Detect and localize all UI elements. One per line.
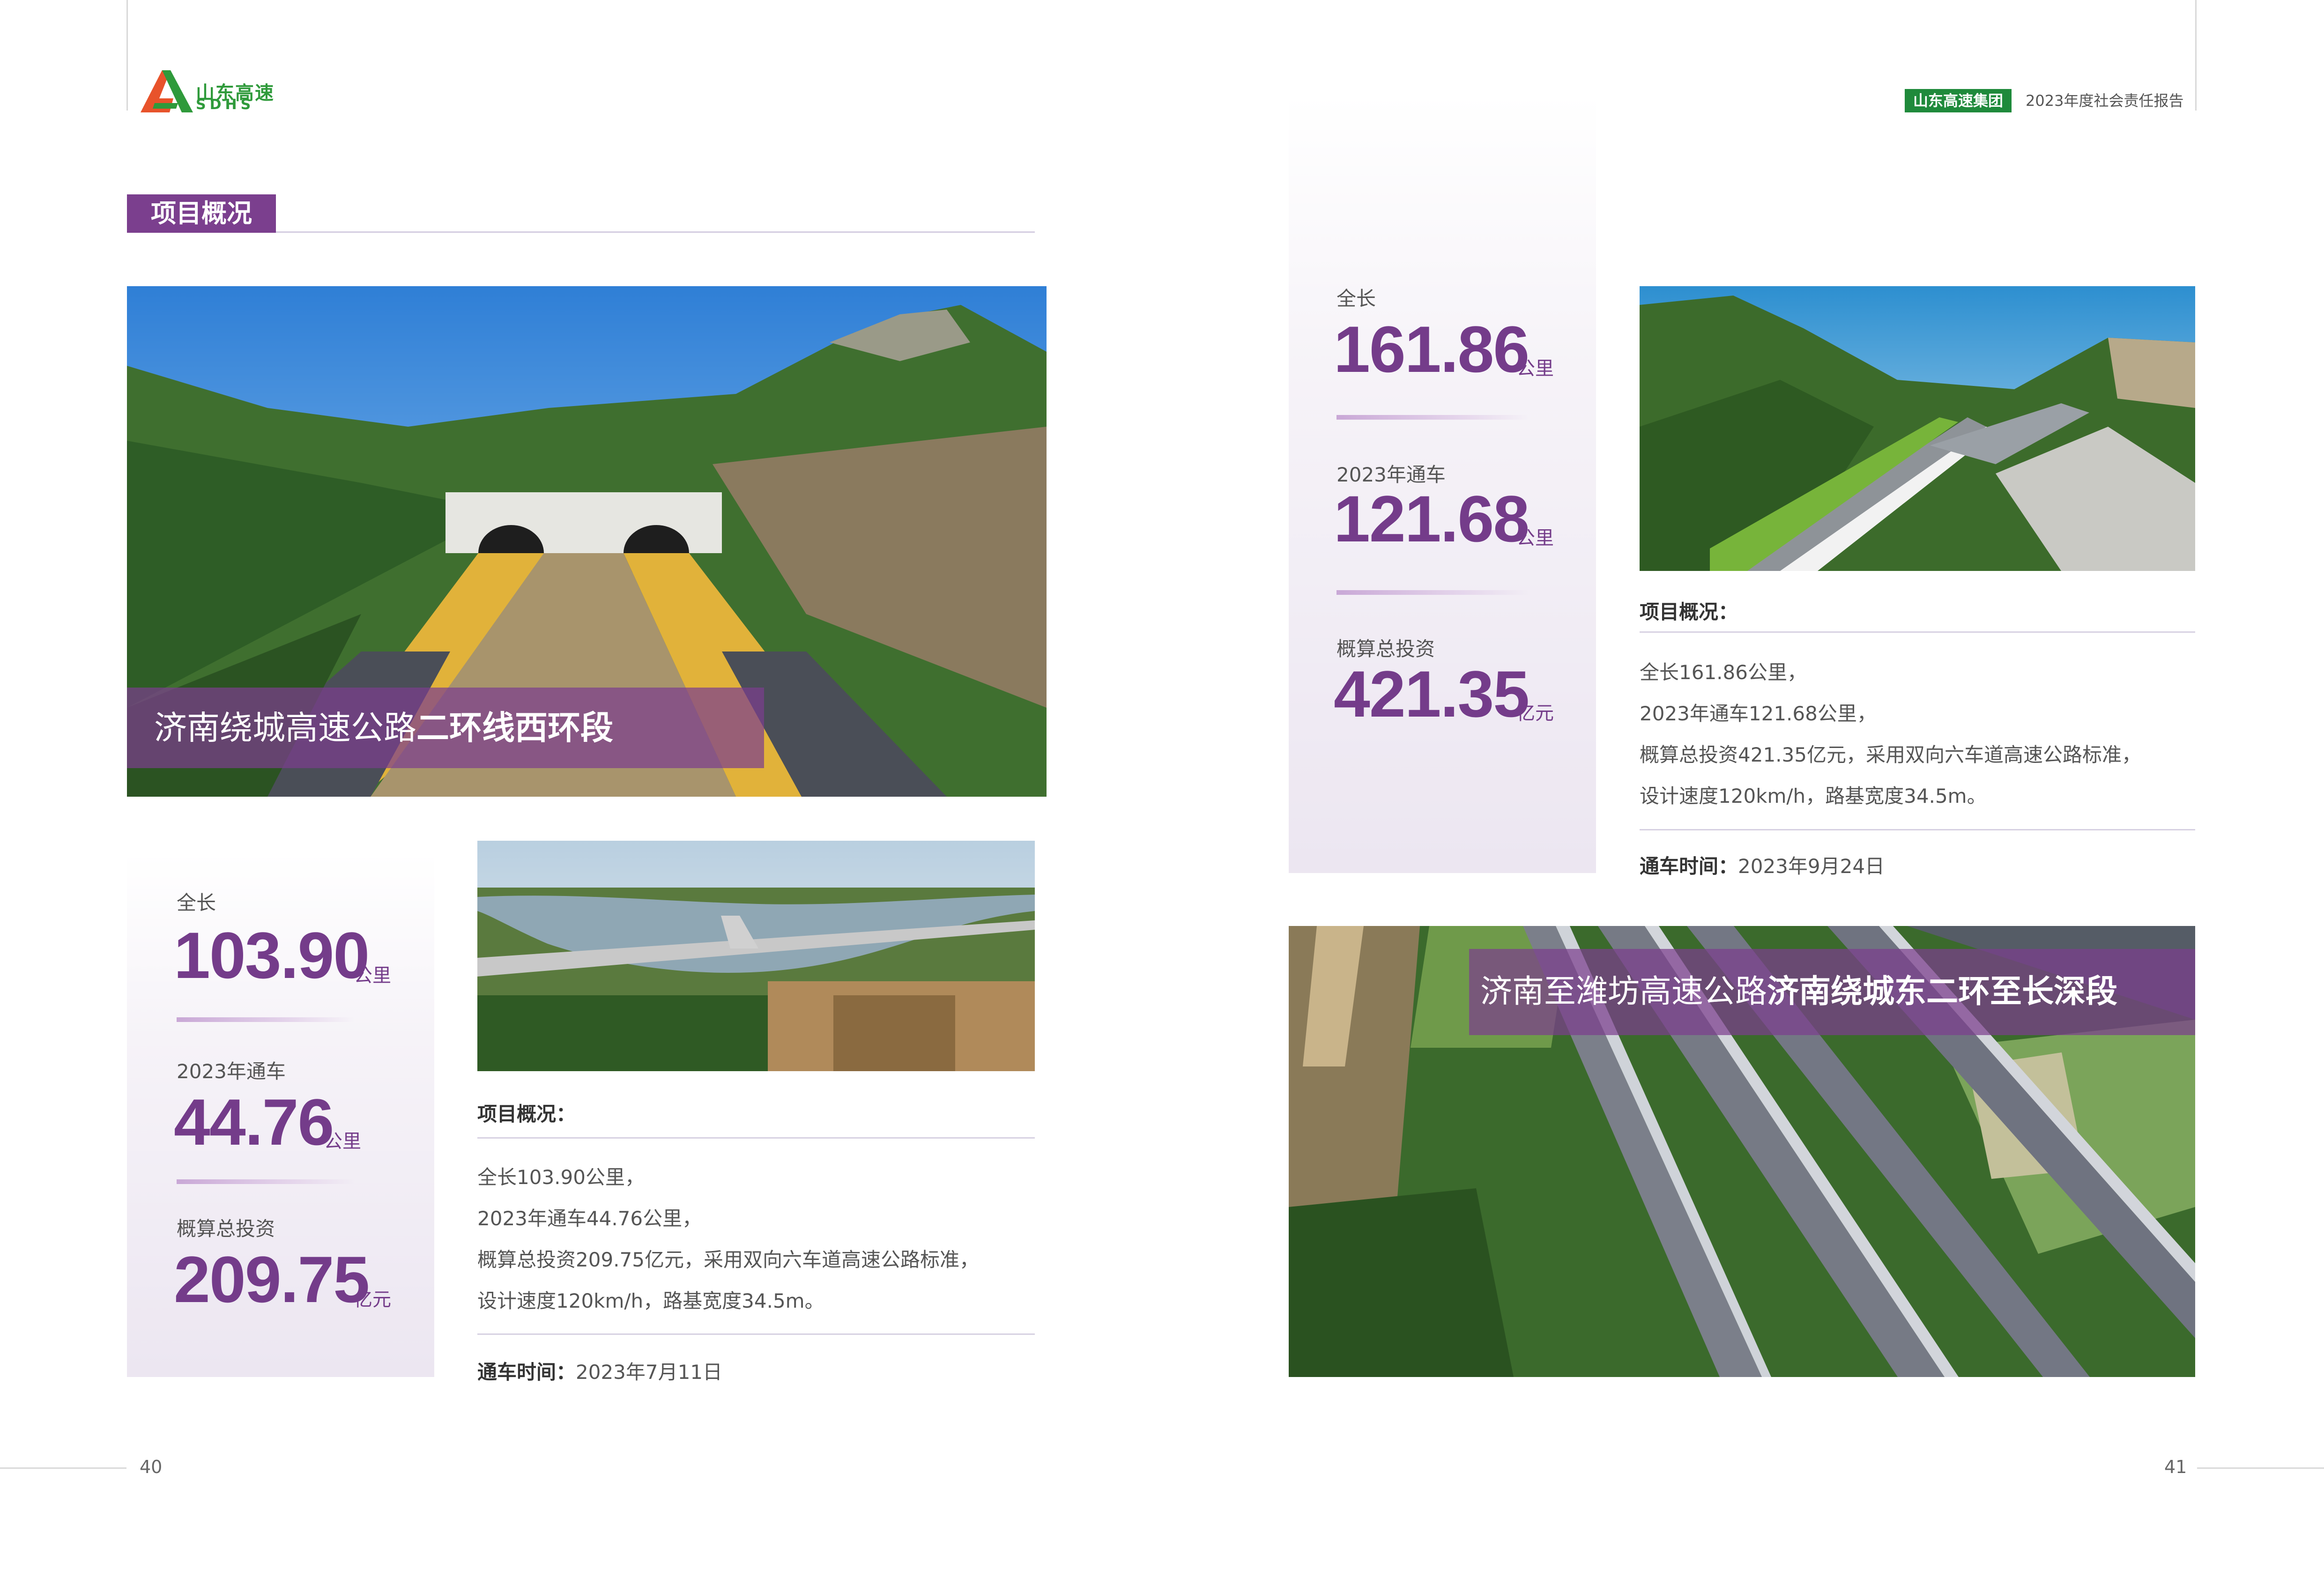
stat-divider (177, 1179, 355, 1184)
footer-rule-right (2197, 1467, 2324, 1469)
section-title: 项目概况 (127, 194, 276, 233)
banner-section-name: 二环线西环段 (416, 709, 613, 747)
stat-value-investment: 421.35 (1334, 657, 1530, 731)
river-bridge-photo (477, 841, 1035, 1071)
banner-road-name: 济南至潍坊高速公路 (1480, 973, 1767, 1010)
stat-unit-length: 公里 (354, 965, 391, 986)
overview-heading: 项目概况： (1640, 600, 1738, 623)
stat-label-opened: 2023年通车 (177, 1060, 286, 1083)
overview-line: 2023年通车44.76公里， (477, 1207, 702, 1230)
banner-road-name: 济南绕城高速公路 (154, 709, 416, 747)
overview-line: 概算总投资209.75亿元，采用双向六车道高速公路标准， (477, 1248, 979, 1271)
stat-unit-investment: 亿元 (354, 1289, 391, 1310)
project-east-banner: 济南至潍坊高速公路济南绕城东二环至长深段 (1469, 949, 2195, 1035)
stat-divider (1336, 590, 1529, 595)
overview-line: 全长161.86公里， (1640, 661, 1807, 684)
stat-label-length: 全长 (1336, 287, 1376, 310)
company-logo-icon (141, 70, 193, 112)
page-number-right: 41 (2164, 1457, 2187, 1477)
stat-unit-investment: 亿元 (1516, 703, 1554, 724)
open-date: 2023年7月11日 (576, 1361, 723, 1384)
overview-line: 概算总投资421.35亿元，采用双向六车道高速公路标准， (1640, 743, 2141, 766)
stat-value-length: 161.86 (1334, 312, 1530, 386)
overview-heading: 项目概况： (477, 1103, 576, 1125)
footer-rule-left (0, 1467, 126, 1469)
open-date-label: 通车时间： (1640, 855, 1738, 878)
stat-value-investment: 209.75 (174, 1243, 370, 1316)
overview-rule (1640, 829, 2195, 830)
section-rule (276, 231, 1035, 233)
stat-unit-length: 公里 (1516, 358, 1554, 379)
page-number-left: 40 (140, 1457, 163, 1477)
mountain-expressway-photo (1640, 286, 2195, 571)
stat-value-opened: 121.68 (1334, 482, 1530, 555)
group-badge: 山东高速集团 (1905, 89, 2012, 112)
stat-unit-opened: 公里 (324, 1131, 361, 1152)
logo-text-en: SDHS (196, 96, 255, 113)
overview-rule (477, 1333, 1035, 1335)
overview-rule (1640, 631, 2195, 633)
overview-rule (477, 1137, 1035, 1139)
left-margin-line (126, 0, 128, 111)
stat-divider (1336, 415, 1529, 420)
stat-label-investment: 概算总投资 (177, 1217, 275, 1240)
project-east-stats-panel: 全长 161.86 公里 2023年通车 121.68 公里 概算总投资 421… (1289, 94, 1596, 873)
stat-unit-opened: 公里 (1516, 527, 1554, 549)
stat-divider (177, 1017, 355, 1022)
overview-line: 全长103.90公里， (477, 1166, 645, 1189)
right-margin-line (2195, 0, 2197, 111)
stat-value-opened: 44.76 (174, 1085, 334, 1159)
report-title: 2023年度社会责任报告 (2026, 92, 2184, 110)
stat-label-length: 全长 (177, 891, 216, 914)
overview-line: 设计速度120km/h，路基宽度34.5m。 (477, 1289, 824, 1312)
stat-value-length: 103.90 (174, 918, 370, 992)
banner-section-name: 济南绕城东二环至长深段 (1767, 973, 2118, 1010)
project-west-banner: 济南绕城高速公路二环线西环段 (127, 688, 764, 768)
overview-line: 设计速度120km/h，路基宽度34.5m。 (1640, 785, 1987, 807)
overview-line: 2023年通车121.68公里， (1640, 702, 1877, 725)
open-date-label: 通车时间： (477, 1361, 576, 1384)
open-date: 2023年9月24日 (1738, 855, 1885, 878)
project-west-stats-panel: 全长 103.90 公里 2023年通车 44.76 公里 概算总投资 209.… (127, 852, 434, 1377)
